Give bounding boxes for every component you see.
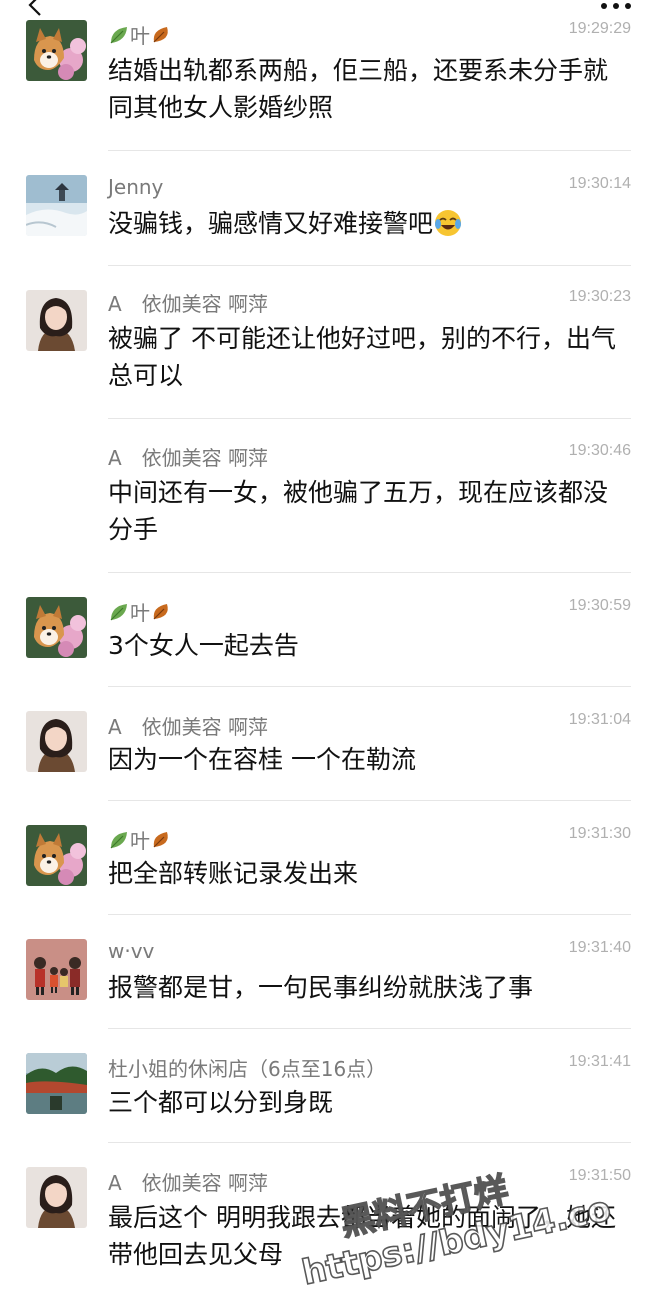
message-text: 3个女人一起去告 [108, 631, 299, 660]
message-time: 19:30:14 [568, 175, 631, 192]
avatar[interactable] [26, 20, 87, 81]
sender-name-text: 叶 [130, 829, 150, 853]
avatar[interactable] [26, 175, 87, 236]
message-text: 没骗钱，骗感情又好难接警吧 [108, 205, 630, 242]
sender-name[interactable]: 杜小姐的休闲店（6点至16点） [108, 1053, 386, 1082]
message-time: 19:30:59 [568, 597, 631, 614]
sender-name[interactable]: A 依伽美容 啊萍 [108, 1167, 268, 1196]
sender-name-text: 叶 [130, 24, 150, 48]
message-time: 19:30:46 [568, 442, 631, 459]
sender-name-text: 叶 [130, 601, 150, 625]
avatar[interactable] [26, 825, 87, 886]
message-text: 被骗了 不可能还让他好过吧，别的不行，出气总可以 [108, 324, 616, 390]
woman-portrait-avatar [26, 1167, 87, 1228]
message-text: 因为一个在容桂 一个在勒流 [108, 745, 416, 774]
message-time: 19:31:40 [568, 939, 631, 956]
divider [108, 1142, 631, 1143]
divider [108, 686, 631, 687]
top-bar [0, 0, 659, 18]
sender-name[interactable]: Jenny [108, 175, 163, 199]
sender-name[interactable]: 叶 [108, 20, 172, 49]
more-dots-icon[interactable] [599, 0, 633, 12]
sender-name[interactable]: A 依伽美容 啊萍 [108, 442, 268, 471]
message-time: 19:31:04 [568, 711, 631, 728]
corgi-flowers-avatar [26, 597, 87, 658]
sender-name[interactable]: 叶 [108, 597, 172, 626]
divider [108, 1028, 631, 1029]
autumn-leaf-icon [153, 27, 168, 43]
autumn-leaf-icon [153, 832, 168, 848]
family-cartoon-avatar [26, 939, 87, 1000]
message-time: 19:30:23 [568, 288, 631, 305]
sender-name[interactable]: 叶 [108, 825, 172, 854]
avatar[interactable] [26, 711, 87, 772]
sender-name[interactable]: A 依伽美容 啊萍 [108, 288, 268, 317]
message-text: 三个都可以分到身既 [108, 1088, 334, 1117]
corgi-flowers-avatar [26, 20, 87, 81]
message-text: 报警都是甘，一句民事纠纷就肤浅了事 [108, 973, 534, 1002]
lake-landscape-avatar [26, 1053, 87, 1114]
divider [108, 418, 631, 419]
message-text: 中间还有一女，被他骗了五万，现在应该都没分手 [108, 478, 609, 544]
woman-portrait-avatar [26, 711, 87, 772]
message-time: 19:29:29 [568, 20, 631, 37]
green-leaf-icon [110, 27, 127, 44]
avatar[interactable] [26, 1053, 87, 1114]
message-text: 把全部转账记录发出来 [108, 859, 359, 888]
divider [108, 914, 631, 915]
autumn-leaf-icon [153, 604, 168, 620]
green-leaf-icon [110, 604, 127, 621]
sender-name[interactable]: A 依伽美容 啊萍 [108, 711, 268, 740]
laughing-tears-emoji-icon [435, 210, 462, 236]
divider [108, 265, 631, 266]
avatar[interactable] [26, 1167, 87, 1228]
message-text-content: 没骗钱，骗感情又好难接警吧 [108, 209, 434, 238]
chevron-left-icon[interactable] [26, 0, 46, 16]
sender-name[interactable]: w·vv [108, 939, 154, 963]
avatar[interactable] [26, 597, 87, 658]
divider [108, 150, 631, 151]
green-leaf-icon [110, 832, 127, 849]
message-time: 19:31:41 [568, 1053, 631, 1070]
divider [108, 572, 631, 573]
message-time: 19:31:30 [568, 825, 631, 842]
avatar[interactable] [26, 939, 87, 1000]
corgi-flowers-avatar [26, 825, 87, 886]
divider [108, 800, 631, 801]
avatar[interactable] [26, 290, 87, 351]
snow-pavilion-avatar [26, 175, 87, 236]
woman-portrait-avatar [26, 290, 87, 351]
message-text: 结婚出轨都系两船，佢三船，还要系未分手就同其他女人影婚纱照 [108, 56, 609, 122]
